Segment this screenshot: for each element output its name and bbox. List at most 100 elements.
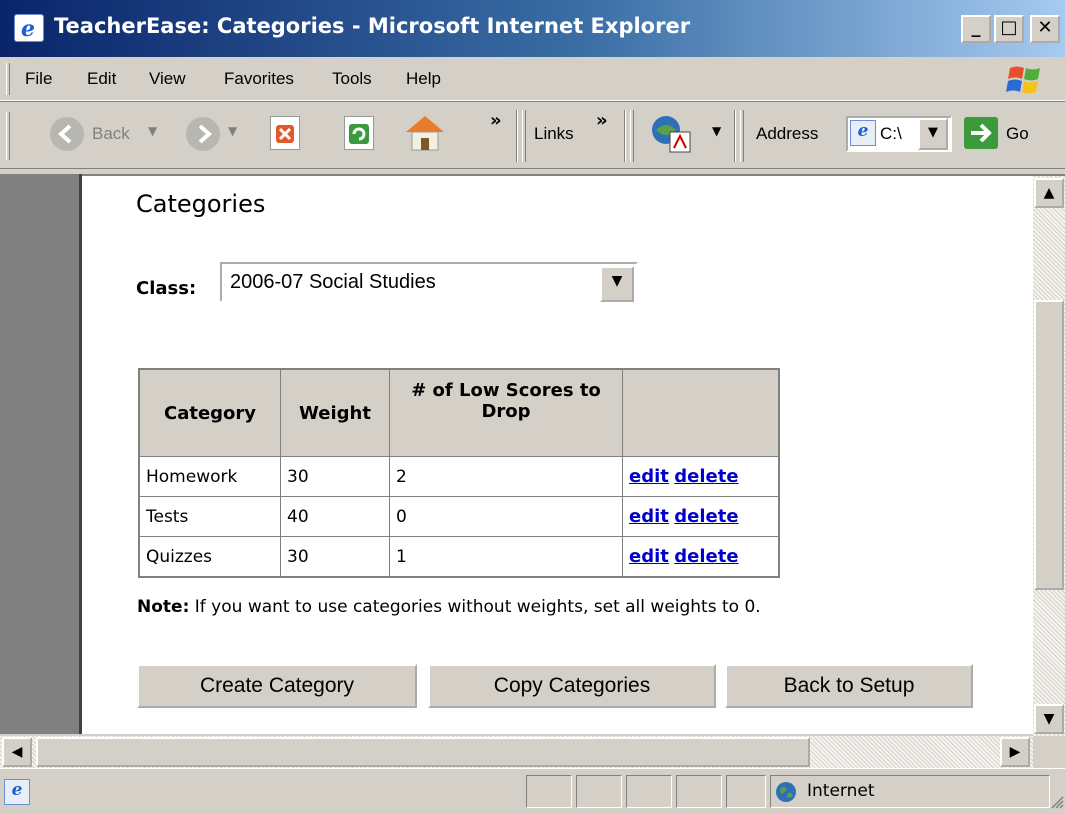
address-value[interactable]: C:\: [880, 124, 902, 144]
delete-link[interactable]: delete: [674, 506, 738, 527]
back-arrow-icon[interactable]: [50, 117, 84, 151]
cell-drop: 0: [389, 496, 623, 537]
header-weight: Weight: [280, 368, 390, 457]
go-button-label[interactable]: Go: [1006, 124, 1029, 144]
header-drop: # of Low Scores to Drop: [389, 368, 623, 457]
toolbar-separator: [624, 110, 626, 162]
minimize-button[interactable]: _: [961, 15, 991, 43]
copy-categories-button[interactable]: Copy Categories: [428, 664, 716, 708]
address-label: Address: [756, 124, 819, 143]
forward-arrow-icon[interactable]: [186, 117, 220, 151]
vertical-scrollbar[interactable]: ▲ ▼: [1033, 176, 1065, 736]
links-label[interactable]: Links: [534, 124, 574, 144]
forward-dropdown-icon[interactable]: ▼: [228, 124, 237, 138]
delete-link[interactable]: delete: [674, 546, 738, 567]
globe-icon: [775, 781, 797, 803]
scroll-right-icon[interactable]: ▶: [1000, 737, 1030, 767]
horizontal-scrollbar[interactable]: ◀ ▶: [0, 736, 1033, 768]
zone-panel: Internet: [770, 775, 1050, 808]
menu-file[interactable]: File: [25, 69, 52, 89]
edit-link[interactable]: edit: [629, 546, 669, 567]
scroll-up-icon[interactable]: ▲: [1034, 178, 1064, 208]
header-actions: [622, 368, 780, 457]
table-header-row: Category Weight # of Low Scores to Drop: [138, 368, 780, 457]
stop-icon[interactable]: [270, 116, 300, 150]
weights-note: Note: If you want to use categories with…: [137, 597, 761, 617]
class-select-value[interactable]: 2006-07 Social Studies: [230, 271, 436, 294]
scroll-down-icon[interactable]: ▼: [1034, 704, 1064, 734]
toolbar-grip: [522, 110, 526, 162]
chevron-down-icon[interactable]: ▼: [600, 266, 634, 302]
class-select[interactable]: 2006-07 Social Studies ▼: [220, 262, 638, 302]
menu-view[interactable]: View: [149, 69, 186, 89]
page-status-icon: e: [4, 779, 30, 805]
close-button[interactable]: ✕: [1030, 15, 1060, 43]
back-label[interactable]: Back: [92, 124, 130, 144]
toolbar-grip: [630, 110, 634, 162]
zone-label: Internet: [807, 781, 875, 801]
note-label: Note:: [137, 597, 190, 617]
address-dropdown-icon[interactable]: ▼: [918, 118, 948, 150]
menu-favorites[interactable]: Favorites: [224, 69, 294, 89]
refresh-icon[interactable]: [344, 116, 374, 150]
go-arrow-icon[interactable]: [964, 117, 998, 149]
acrobat-dropdown-icon[interactable]: ▼: [712, 124, 721, 138]
status-panel: [526, 775, 572, 808]
page-icon: e: [850, 120, 876, 146]
vertical-scroll-thumb[interactable]: [1034, 300, 1064, 590]
cell-weight: 30: [280, 456, 390, 497]
toolbar-grip: [6, 112, 10, 160]
standard-toolbar: Back ▼ ▼ » Links » ▼ Address e C:\ ▼ Go: [0, 101, 1065, 169]
menu-bar: File Edit View Favorites Tools Help: [0, 57, 1065, 101]
cell-actions: edit delete: [622, 536, 780, 578]
cell-category: Homework: [138, 456, 281, 497]
status-panel: [576, 775, 622, 808]
cell-category: Tests: [138, 496, 281, 537]
resize-grip-icon[interactable]: [1048, 793, 1064, 809]
page-title: Categories: [136, 190, 266, 218]
header-category: Category: [138, 368, 281, 457]
toolbar-grip: [740, 110, 744, 162]
back-dropdown-icon[interactable]: ▼: [148, 124, 157, 138]
toolbar-grip: [6, 63, 10, 95]
note-text: If you want to use categories without we…: [189, 597, 761, 617]
cell-drop: 2: [389, 456, 623, 497]
ie-icon: e: [14, 14, 44, 42]
cell-weight: 40: [280, 496, 390, 537]
page-left-margin: [0, 174, 82, 734]
address-bar[interactable]: e C:\ ▼: [846, 116, 952, 152]
status-bar: e Internet: [0, 768, 1065, 813]
status-panel: [726, 775, 766, 808]
window-title: TeacherEase: Categories - Microsoft Inte…: [54, 14, 691, 38]
cell-weight: 30: [280, 536, 390, 578]
menu-tools[interactable]: Tools: [332, 69, 372, 89]
table-row: Tests 40 0 edit delete: [138, 496, 780, 537]
toolbar-separator: [516, 110, 518, 162]
cell-actions: edit delete: [622, 496, 780, 537]
categories-table: Category Weight # of Low Scores to Drop …: [138, 368, 780, 578]
create-category-button[interactable]: Create Category: [137, 664, 417, 708]
toolbar-chevron[interactable]: »: [490, 110, 502, 131]
edit-link[interactable]: edit: [629, 466, 669, 487]
status-panel: [626, 775, 672, 808]
horizontal-scroll-thumb[interactable]: [36, 737, 810, 767]
delete-link[interactable]: delete: [674, 466, 738, 487]
acrobat-icon[interactable]: [648, 112, 696, 156]
toolbar-separator: [734, 110, 736, 162]
links-chevron[interactable]: »: [596, 110, 608, 131]
menu-edit[interactable]: Edit: [87, 69, 116, 89]
scroll-left-icon[interactable]: ◀: [2, 737, 32, 767]
maximize-button[interactable]: □: [994, 15, 1024, 43]
scrollbar-corner: [1033, 736, 1065, 768]
home-icon[interactable]: [402, 112, 448, 154]
back-to-setup-button[interactable]: Back to Setup: [725, 664, 973, 708]
edit-link[interactable]: edit: [629, 506, 669, 527]
status-panel: [676, 775, 722, 808]
cell-actions: edit delete: [622, 456, 780, 497]
table-row: Homework 30 2 edit delete: [138, 456, 780, 497]
cell-drop: 1: [389, 536, 623, 578]
windows-flag-icon: [1004, 64, 1046, 96]
table-row: Quizzes 30 1 edit delete: [138, 536, 780, 578]
menu-help[interactable]: Help: [406, 69, 441, 89]
title-bar: e TeacherEase: Categories - Microsoft In…: [0, 0, 1065, 57]
